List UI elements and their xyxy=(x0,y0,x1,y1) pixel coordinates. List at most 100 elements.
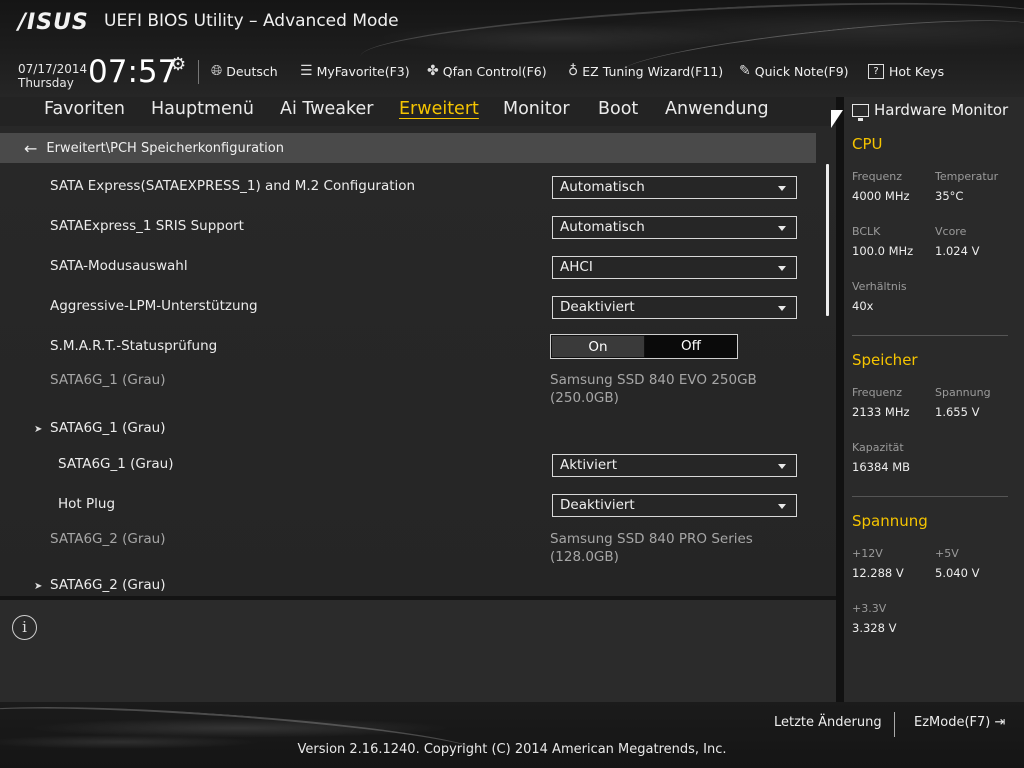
v12-label: +12V xyxy=(852,547,883,560)
quick-note-button[interactable]: ✎ Quick Note(F9) xyxy=(739,61,849,81)
hot-plug-dropdown[interactable]: Deaktiviert xyxy=(552,494,797,517)
myfavorite-label: MyFavorite(F3) xyxy=(316,63,410,79)
chevron-down-icon xyxy=(778,186,786,191)
ezmode-label: EzMode(F7) xyxy=(914,715,991,730)
hardware-monitor-label: Hardware Monitor xyxy=(874,101,1009,119)
sata6g2-info-label: SATA6G_2 (Grau) xyxy=(50,531,166,547)
expand-arrow-icon[interactable]: ➤ xyxy=(34,581,42,592)
smart-on-option[interactable]: On xyxy=(551,335,645,358)
app-title: UEFI BIOS Utility – Advanced Mode xyxy=(104,11,399,31)
ezmode-button[interactable]: EzMode(F7) ⇥ xyxy=(914,715,1005,730)
date-display: 07/17/2014 Thursday xyxy=(18,62,87,90)
mem-cap-label: Kapazität xyxy=(852,441,904,454)
sata-mode-dropdown[interactable]: AHCI xyxy=(552,256,797,279)
sata6g1-port-label: SATA6G_1 (Grau) xyxy=(58,456,174,472)
clock-settings-gear-icon[interactable]: ⚙ xyxy=(170,55,186,75)
quick-note-label: Quick Note(F9) xyxy=(754,63,849,79)
tab-hauptmenu[interactable]: Hauptmenü xyxy=(151,99,254,119)
smart-status-label: S.M.A.R.T.-Statusprüfung xyxy=(50,338,218,354)
chevron-down-icon xyxy=(778,464,786,469)
tab-ai-tweaker[interactable]: Ai Tweaker xyxy=(280,99,373,119)
hot-keys-label: Hot Keys xyxy=(889,63,945,79)
settings-scrollbar[interactable] xyxy=(826,164,829,316)
sata6g1-port-dropdown[interactable]: Aktiviert xyxy=(552,454,797,477)
header-separator xyxy=(198,60,199,84)
sata6g2-device-size: (128.0GB) xyxy=(550,549,619,565)
last-change-button[interactable]: Letzte Änderung xyxy=(774,715,882,730)
note-icon: ✎ xyxy=(739,63,751,79)
hw-separator xyxy=(852,496,1008,497)
copyright-text: Version 2.16.1240. Copyright (C) 2014 Am… xyxy=(297,742,727,757)
sata6g1-group-label[interactable]: SATA6G_1 (Grau) xyxy=(50,420,166,436)
sata6g1-info-label: SATA6G_1 (Grau) xyxy=(50,372,166,388)
v33-label: +3.3V xyxy=(852,602,887,615)
bclk-value: 100.0 MHz xyxy=(852,244,914,258)
clock-display[interactable]: 07:57 xyxy=(88,54,177,90)
language-button[interactable]: 🌐︎ Deutsch xyxy=(211,61,278,81)
footer-separator xyxy=(894,712,895,737)
hot-keys-button[interactable]: ? Hot Keys xyxy=(868,61,944,81)
help-description-panel: i xyxy=(0,600,836,702)
aggressive-lpm-value: Deaktiviert xyxy=(560,299,635,315)
ez-tuning-wizard-button[interactable]: ♁ EZ Tuning Wizard(F11) xyxy=(568,61,723,81)
mem-cap-value: 16384 MB xyxy=(852,460,911,474)
back-arrow-icon[interactable]: ← xyxy=(24,139,37,158)
ez-tuning-label: EZ Tuning Wizard(F11) xyxy=(582,63,724,79)
mouse-cursor-icon xyxy=(831,110,843,128)
cpu-section-title: CPU xyxy=(852,135,883,153)
sata6g1-device-size: (250.0GB) xyxy=(550,390,619,406)
footer-bar: Letzte Änderung EzMode(F7) ⇥ Version 2.1… xyxy=(0,695,1024,768)
sris-support-label: SATAExpress_1 SRIS Support xyxy=(50,218,244,234)
help-key-icon: ? xyxy=(868,63,884,79)
chevron-down-icon xyxy=(778,226,786,231)
mem-freq-label: Frequenz xyxy=(852,386,903,399)
vcore-label: Vcore xyxy=(935,225,967,238)
info-icon: i xyxy=(12,615,37,640)
breadcrumb: ← Erweitert\PCH Speicherkonfiguration xyxy=(0,133,816,163)
settings-panel: ← Erweitert\PCH Speicherkonfiguration SA… xyxy=(0,126,836,596)
exit-arrow-icon: ⇥ xyxy=(994,715,1006,730)
footer-swoosh-decoration xyxy=(0,695,481,768)
expand-arrow-icon[interactable]: ➤ xyxy=(34,424,42,435)
globe-icon: 🌐︎ xyxy=(211,63,223,79)
cpu-temp-label: Temperatur xyxy=(935,170,999,183)
hw-separator xyxy=(852,335,1008,336)
sata6g2-device-name: Samsung SSD 840 PRO Series xyxy=(550,531,753,547)
smart-status-toggle[interactable]: On Off xyxy=(550,334,738,359)
v12-value: 12.288 V xyxy=(852,566,904,580)
sataexpress-config-dropdown[interactable]: Automatisch xyxy=(552,176,797,199)
aggressive-lpm-label: Aggressive-LPM-Unterstützung xyxy=(50,298,258,314)
mem-freq-value: 2133 MHz xyxy=(852,405,910,419)
qfan-control-button[interactable]: ✤ Qfan Control(F6) xyxy=(427,61,547,81)
sata6g2-group-label[interactable]: SATA6G_2 (Grau) xyxy=(50,577,166,593)
tab-anwendung[interactable]: Anwendung xyxy=(665,99,769,119)
sris-support-dropdown[interactable]: Automatisch xyxy=(552,216,797,239)
hot-plug-value: Deaktiviert xyxy=(560,497,635,513)
tab-monitor[interactable]: Monitor xyxy=(503,99,570,119)
breadcrumb-path: Erweitert\PCH Speicherkonfiguration xyxy=(46,140,284,156)
sata6g1-device-info: Samsung SSD 840 EVO 250GB (250.0GB) xyxy=(550,371,757,407)
cpu-freq-value: 4000 MHz xyxy=(852,189,910,203)
myfavorite-button[interactable]: ☰ MyFavorite(F3) xyxy=(300,61,410,81)
hardware-monitor-title: Hardware Monitor xyxy=(852,101,1009,121)
date-text: 07/17/2014 xyxy=(18,62,88,76)
tab-boot[interactable]: Boot xyxy=(598,99,638,119)
tab-erweitert[interactable]: Erweitert xyxy=(399,99,479,119)
monitor-icon xyxy=(852,103,869,121)
ratio-label: Verhältnis xyxy=(852,280,907,293)
smart-off-option[interactable]: Off xyxy=(645,335,737,358)
v5-label: +5V xyxy=(935,547,959,560)
sata-mode-label: SATA-Modusauswahl xyxy=(50,258,188,274)
memory-section-title: Speicher xyxy=(852,351,918,369)
lightbulb-icon: ♁ xyxy=(568,63,579,79)
language-label: Deutsch xyxy=(226,63,278,79)
cpu-temp-value: 35°C xyxy=(935,189,964,203)
qfan-label: Qfan Control(F6) xyxy=(442,63,547,79)
vcore-value: 1.024 V xyxy=(935,244,980,258)
tab-favoriten[interactable]: Favoriten xyxy=(44,99,125,119)
v5-value: 5.040 V xyxy=(935,566,980,580)
aggressive-lpm-dropdown[interactable]: Deaktiviert xyxy=(552,296,797,319)
sris-support-value: Automatisch xyxy=(560,219,645,235)
voltage-section-title: Spannung xyxy=(852,512,928,530)
chevron-down-icon xyxy=(778,504,786,509)
